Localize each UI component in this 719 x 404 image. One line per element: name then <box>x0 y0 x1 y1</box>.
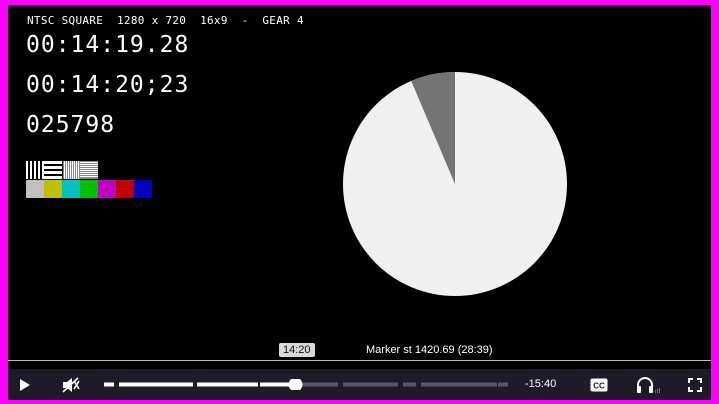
marker-label: Marker st 1420.69 (28:39) <box>366 344 493 356</box>
fullscreen-icon <box>688 377 702 392</box>
seek-played-segment <box>197 382 258 387</box>
muted-speaker-icon <box>62 376 80 393</box>
play-button[interactable] <box>14 369 36 400</box>
seek-played-segment <box>119 382 193 387</box>
video-header-text: NTSC SQUARE 1280 x 720 16x9 - GEAR 4 <box>27 14 304 27</box>
seek-track <box>104 382 508 387</box>
headphones-icon <box>637 376 660 393</box>
color-bar <box>98 180 117 198</box>
mute-button[interactable] <box>60 369 82 400</box>
resolution-pattern <box>26 161 98 179</box>
frame-counter: 025798 <box>26 112 116 138</box>
seek-bar[interactable] <box>104 379 508 390</box>
seek-thumb[interactable] <box>288 379 303 390</box>
color-bar <box>44 180 63 198</box>
captions-label: CC <box>593 381 605 390</box>
captions-button[interactable]: CC <box>588 369 610 400</box>
color-bar <box>62 180 81 198</box>
player-frame: NTSC SQUARE 1280 x 720 16x9 - GEAR 4 00:… <box>0 0 719 404</box>
hover-time-tooltip: 14:20 <box>279 343 315 357</box>
play-icon <box>20 378 30 391</box>
color-bar <box>26 180 45 198</box>
remaining-time: -15:40 <box>525 378 557 390</box>
audio-track-button[interactable] <box>636 369 662 400</box>
seek-unplayed-segment <box>343 382 398 387</box>
frame-bottom-border <box>0 400 719 404</box>
color-bar <box>134 180 152 198</box>
seek-played-segment <box>104 382 114 387</box>
timeline-marker-line <box>8 360 711 361</box>
pie-graphic <box>343 72 567 296</box>
timecode-decimal: 00:14:19.28 <box>26 32 190 58</box>
control-bar: -15:40 CC <box>8 369 711 400</box>
closed-captions-icon: CC <box>590 378 608 391</box>
color-bar <box>80 180 99 198</box>
test-pattern-bars <box>26 161 152 198</box>
fullscreen-button[interactable] <box>684 369 706 400</box>
color-bar <box>116 180 135 198</box>
seek-unplayed-segment <box>498 382 508 387</box>
seek-unplayed-segment <box>421 382 497 387</box>
video-viewport[interactable]: NTSC SQUARE 1280 x 720 16x9 - GEAR 4 00:… <box>8 5 711 369</box>
seek-unplayed-segment <box>403 382 416 387</box>
color-bars <box>26 180 152 198</box>
timecode-dropframe: 00:14:20;23 <box>26 72 190 98</box>
